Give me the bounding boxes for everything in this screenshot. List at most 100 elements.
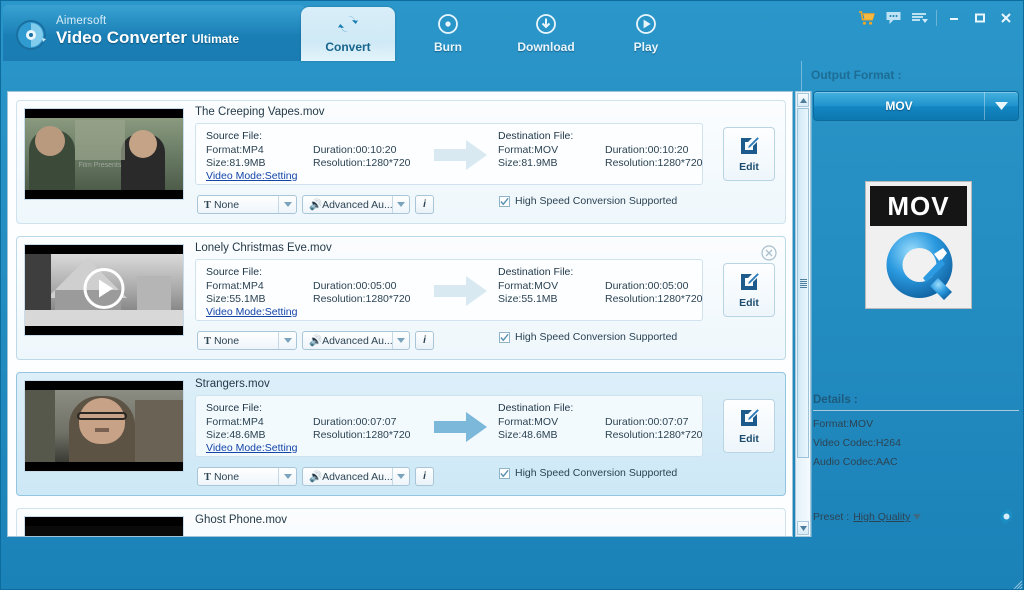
source-duration: Duration:00:05:00 xyxy=(313,280,396,294)
details-section: Details : Format:MOV Video Codec:H264 Au… xyxy=(813,394,1019,468)
chevron-down-icon[interactable] xyxy=(278,196,296,213)
source-size: Size:48.6MB xyxy=(206,429,313,443)
subtitle-select[interactable]: T None xyxy=(197,467,297,486)
list-scrollbar[interactable] xyxy=(795,91,811,537)
file-list-item[interactable]: Ghost Phone.mov xyxy=(16,508,786,537)
edit-label: Edit xyxy=(739,433,759,445)
chevron-down-icon[interactable] xyxy=(278,332,296,349)
tab-convert[interactable]: Convert xyxy=(301,7,395,61)
source-file-label: Source File: xyxy=(206,266,411,280)
dest-size: Size:55.1MB xyxy=(498,293,605,307)
info-icon[interactable]: i xyxy=(415,195,434,214)
destination-info: Destination File: Format:MOVDuration:00:… xyxy=(498,402,703,443)
video-mode-link[interactable]: Video Mode:Setting xyxy=(206,170,297,182)
subtitle-select[interactable]: T None xyxy=(197,195,297,214)
brand-text: Aimersoft Video Converter Ultimate xyxy=(56,15,239,48)
video-mode-link[interactable]: Video Mode:Setting xyxy=(206,306,297,318)
video-thumbnail[interactable]: Film Presents xyxy=(24,108,184,200)
scrollbar-thumb[interactable] xyxy=(797,108,809,458)
video-thumbnail[interactable] xyxy=(24,244,184,336)
preset-label: Preset : xyxy=(813,511,849,523)
file-list-item[interactable]: Strangers.mov Source File: Format:MP4Dur… xyxy=(16,372,786,496)
audio-select[interactable]: 🔊Advanced Au... xyxy=(302,467,410,486)
audio-value: Advanced Au... xyxy=(322,471,392,483)
dest-format: Format:MOV xyxy=(498,416,605,430)
chevron-down-icon[interactable] xyxy=(392,332,409,349)
disc-arrow-icon xyxy=(15,19,47,51)
tab-download[interactable]: Download xyxy=(499,7,593,61)
file-list-item[interactable]: Lonely Christmas Eve.mov Source File: Fo… xyxy=(16,236,786,360)
tab-burn[interactable]: Burn xyxy=(401,7,495,61)
source-resolution: Resolution:1280*720 xyxy=(313,157,411,171)
source-info: Source File: Format:MP4Duration:00:05:00… xyxy=(206,266,411,307)
window-controls xyxy=(854,5,1019,31)
preset-row: Preset : High Quality xyxy=(813,511,1019,523)
caret-down-icon[interactable] xyxy=(913,511,921,523)
right-arrow-icon xyxy=(434,138,488,175)
chevron-down-icon[interactable] xyxy=(392,196,409,213)
edit-button[interactable]: Edit xyxy=(723,399,775,453)
file-list-item[interactable]: Film Presents The Creeping Vapes.mov Sou… xyxy=(16,100,786,224)
speech-bubble-icon[interactable] xyxy=(880,6,906,30)
output-format-select[interactable]: MOV xyxy=(813,91,1019,121)
tab-label: Convert xyxy=(301,40,395,54)
destination-file-label: Destination File: xyxy=(498,130,703,144)
details-title: Details : xyxy=(813,394,1019,406)
scroll-up-arrow-icon[interactable] xyxy=(797,93,809,107)
product-edition: Ultimate xyxy=(192,32,239,46)
video-mode-link[interactable]: Video Mode:Setting xyxy=(206,442,297,454)
window-resize-handle[interactable] xyxy=(1013,580,1023,590)
chevron-down-icon[interactable] xyxy=(392,468,409,485)
high-speed-conversion-row: High Speed Conversion Supported xyxy=(499,467,677,479)
dest-duration: Duration:00:07:07 xyxy=(605,416,688,430)
source-info: Source File: Format:MP4Duration:00:07:07… xyxy=(206,402,411,443)
maximize-icon[interactable] xyxy=(967,6,993,30)
row-controls: T None 🔊Advanced Au... i xyxy=(197,195,434,214)
checkmark-icon xyxy=(500,469,509,478)
gear-icon[interactable] xyxy=(998,508,1015,528)
detail-video-codec: Video Codec:H264 xyxy=(813,437,1019,449)
edit-pencil-icon xyxy=(739,408,759,431)
source-format: Format:MP4 xyxy=(206,416,313,430)
output-format-panel: MOV MOV Details : xyxy=(813,91,1019,537)
high-speed-checkbox[interactable] xyxy=(499,332,510,343)
destination-file-label: Destination File: xyxy=(498,266,703,280)
audio-select[interactable]: 🔊Advanced Au... xyxy=(302,331,410,350)
info-icon[interactable]: i xyxy=(415,331,434,350)
video-thumbnail[interactable] xyxy=(24,380,184,472)
edit-button[interactable]: Edit xyxy=(723,127,775,181)
dest-resolution: Resolution:1280*720 xyxy=(605,293,703,307)
dest-resolution: Resolution:1280*720 xyxy=(605,429,703,443)
close-icon[interactable] xyxy=(993,6,1019,30)
high-speed-checkbox[interactable] xyxy=(499,468,510,479)
preset-value[interactable]: High Quality xyxy=(853,511,910,523)
scroll-down-arrow-icon[interactable] xyxy=(797,521,809,535)
tab-label: Play xyxy=(599,40,693,54)
detail-audio-codec: Audio Codec:AAC xyxy=(813,456,1019,468)
chevron-down-icon[interactable] xyxy=(984,92,1018,120)
dest-format: Format:MOV xyxy=(498,144,605,158)
audio-select[interactable]: 🔊Advanced Au... xyxy=(302,195,410,214)
close-circle-icon[interactable] xyxy=(761,245,777,261)
conversion-info-box: Source File: Format:MP4Duration:00:07:07… xyxy=(195,395,703,457)
high-speed-conversion-row: High Speed Conversion Supported xyxy=(499,195,677,207)
tab-play[interactable]: Play xyxy=(599,7,693,61)
file-name: Strangers.mov xyxy=(195,378,270,390)
subtitle-select[interactable]: T None xyxy=(197,331,297,350)
high-speed-label: High Speed Conversion Supported xyxy=(515,467,677,479)
edit-button[interactable]: Edit xyxy=(723,263,775,317)
play-overlay-icon[interactable] xyxy=(83,268,125,313)
chevron-down-icon[interactable] xyxy=(278,468,296,485)
application-window: Aimersoft Video Converter Ultimate Conve… xyxy=(0,0,1024,590)
file-list-panel: Film Presents The Creeping Vapes.mov Sou… xyxy=(7,91,793,537)
minimize-icon[interactable] xyxy=(941,6,967,30)
shopping-cart-icon[interactable] xyxy=(854,6,880,30)
menu-list-icon[interactable] xyxy=(906,6,932,30)
high-speed-checkbox[interactable] xyxy=(499,196,510,207)
thumbnail-image xyxy=(25,390,183,462)
video-thumbnail[interactable] xyxy=(24,516,184,537)
info-icon[interactable]: i xyxy=(415,467,434,486)
brand-panel: Aimersoft Video Converter Ultimate xyxy=(3,5,306,61)
destination-info: Destination File: Format:MOVDuration:00:… xyxy=(498,266,703,307)
divider xyxy=(813,410,1019,411)
